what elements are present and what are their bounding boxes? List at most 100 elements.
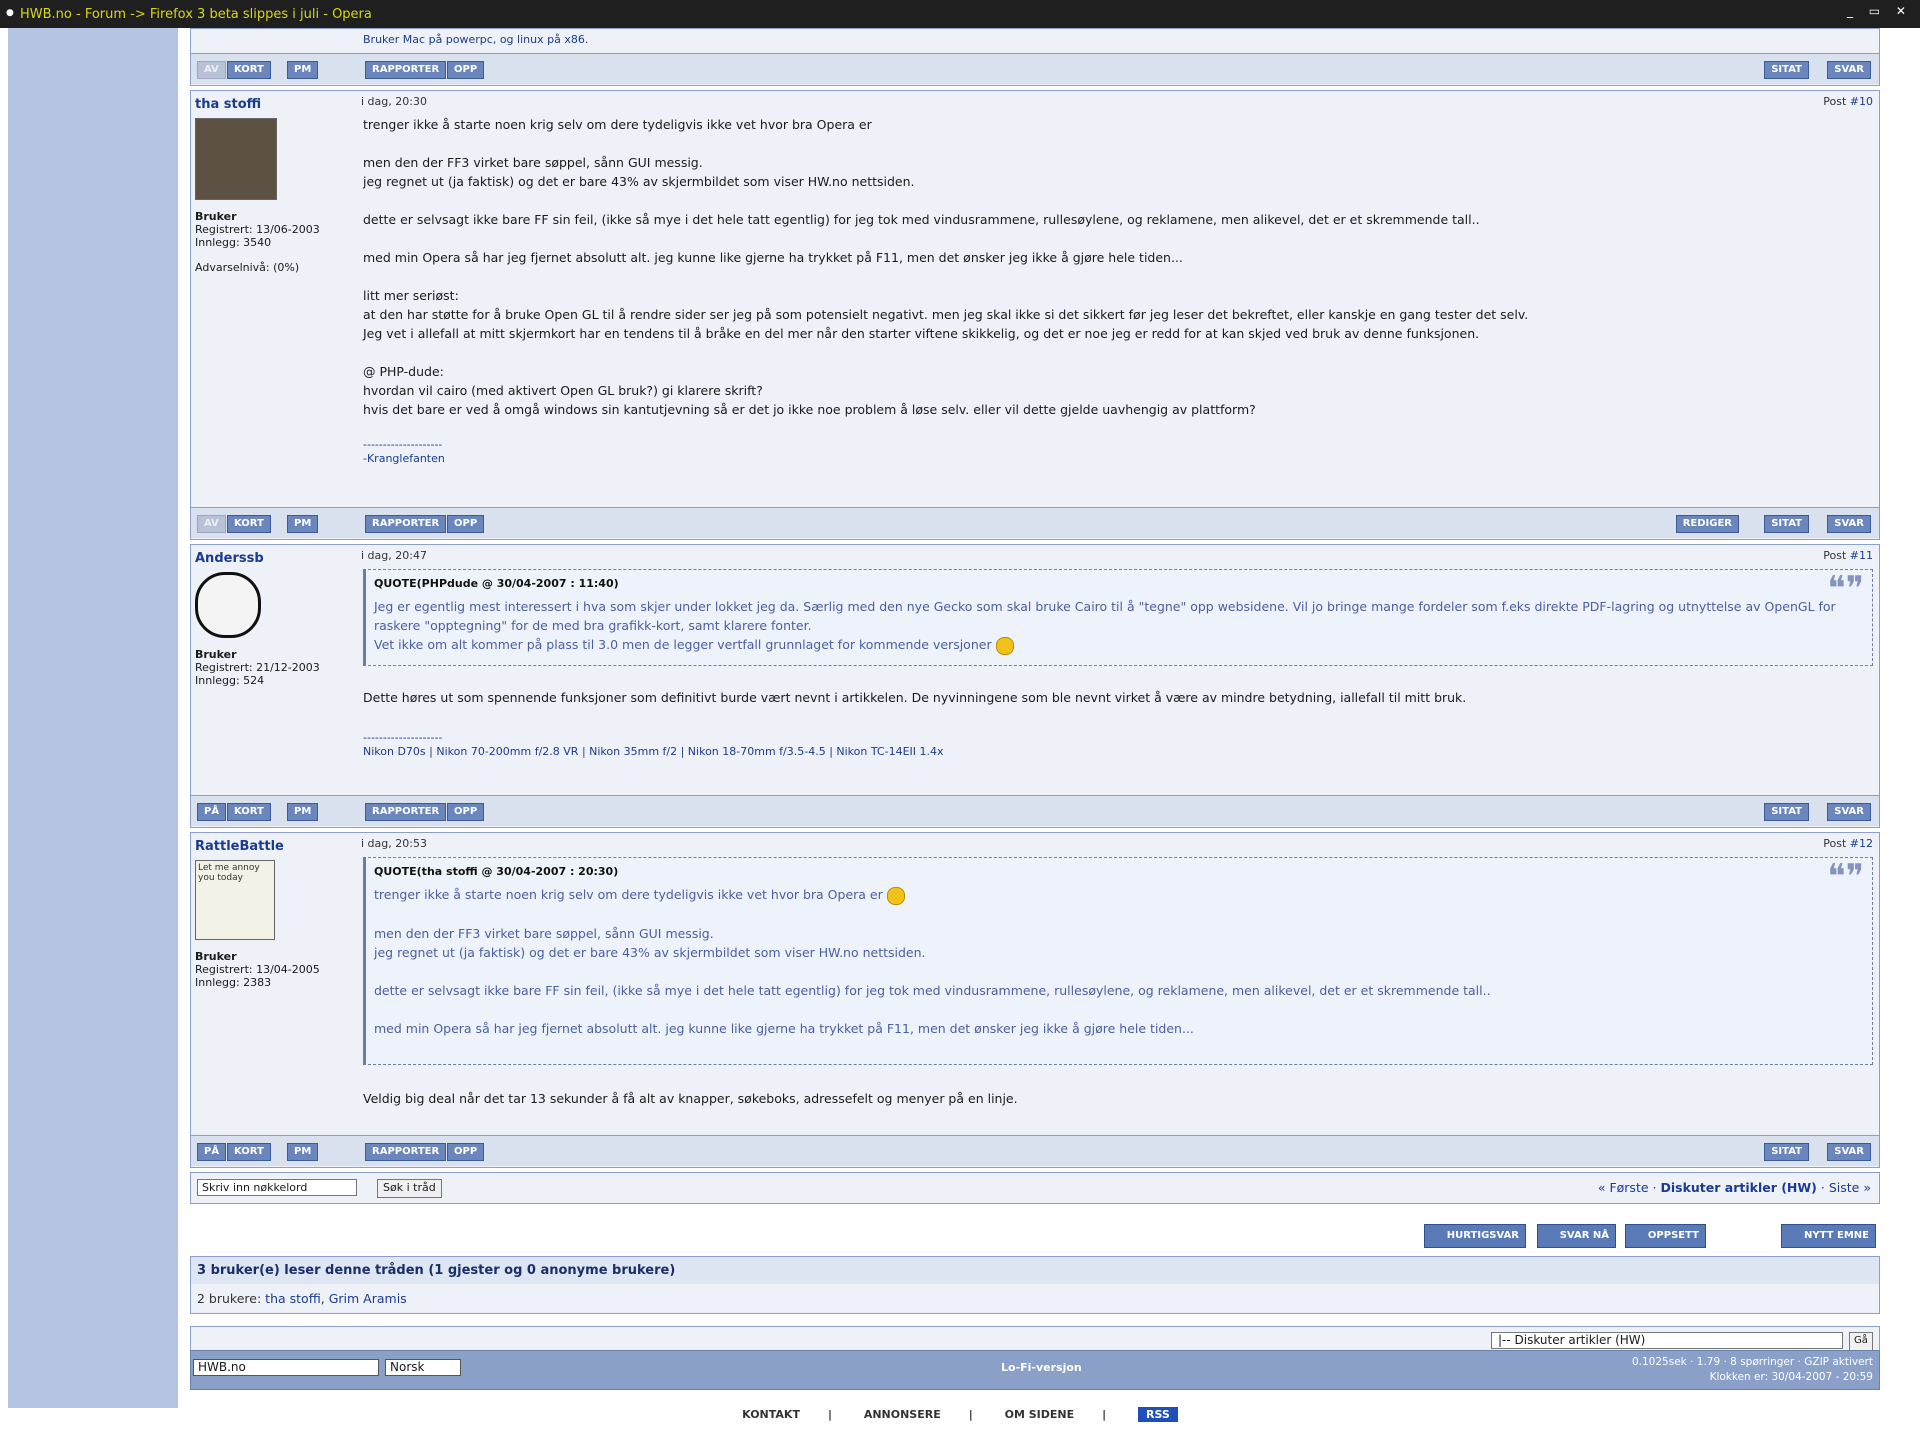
post-action-bar: PÅ KORT PM RAPPORTER OPP SITAT SVAR <box>191 1135 1879 1166</box>
pa-button[interactable]: PÅ <box>197 803 227 821</box>
sitat-button[interactable]: SITAT <box>1764 61 1809 79</box>
rapporter-button[interactable]: RAPPORTER <box>365 803 447 821</box>
post-line: hvordan vil cairo (med aktivert Open GL … <box>363 383 763 398</box>
sitat-button[interactable]: SITAT <box>1764 515 1809 533</box>
warning-level: Advarselnivå: (0%) <box>195 261 300 274</box>
clock: Klokken er: 30/04-2007 - 20:59 <box>1709 1371 1873 1383</box>
pm-button[interactable]: PM <box>287 61 319 79</box>
user-post-count: Innlegg: 2383 <box>195 976 272 989</box>
post-line: men den der FF3 virket bare søppel, sånn… <box>363 155 703 170</box>
quote-block: ❝❞ QUOTE(PHPdude @ 30/04-2007 : 11:40) J… <box>363 569 1873 666</box>
kontakt-link[interactable]: KONTAKT <box>742 1408 800 1421</box>
rapporter-button[interactable]: RAPPORTER <box>365 515 447 533</box>
om-sidene-link[interactable]: OM SIDENE <box>1005 1408 1075 1421</box>
pm-button[interactable]: PM <box>287 803 319 821</box>
post-number: Post #10 <box>1823 95 1873 108</box>
svar-button[interactable]: SVAR <box>1827 515 1871 533</box>
keyword-input[interactable]: Skriv inn nøkkelord <box>197 1179 357 1196</box>
left-sidebar-strip <box>8 28 178 1408</box>
username[interactable]: tha stoffi <box>195 97 361 112</box>
post-number-link[interactable]: #12 <box>1850 837 1873 850</box>
footer-bar: HWB.no Norsk Lo-Fi-versjon 0.1025sek · 1… <box>190 1350 1880 1390</box>
user-info: Bruker Registrert: 13/06-2003 Innlegg: 3… <box>195 210 361 274</box>
pm-button[interactable]: PM <box>287 1143 319 1161</box>
post-time: i dag, 20:30 <box>361 95 427 108</box>
pagination: « Første · Diskuter artikler (HW) · Sist… <box>1597 1180 1871 1195</box>
user-role: Bruker <box>195 648 237 661</box>
svar-na-button[interactable]: SVAR NÅ <box>1536 1224 1616 1248</box>
post-action-bar: AV KORT PM RAPPORTER OPP SITAT SVAR <box>191 53 1879 84</box>
server-stats: 0.1025sek · 1.79 · 8 spørringer · GZIP a… <box>1631 1356 1873 1383</box>
user-role: Bruker <box>195 210 237 223</box>
window-controls[interactable]: _ ▭ ✕ <box>1847 4 1912 18</box>
kort-button[interactable]: KORT <box>227 515 271 533</box>
user-registered: Registrert: 13/06-2003 <box>195 223 320 236</box>
sitat-button[interactable]: SITAT <box>1764 1143 1809 1161</box>
right-margin <box>1890 28 1920 1408</box>
post-line: at den har støtte for å bruke Open GL ti… <box>363 307 1529 322</box>
post-number-link[interactable]: #11 <box>1850 549 1873 562</box>
quote-text: Jeg er egentlig mest interessert i hva s… <box>374 597 1864 655</box>
signature[interactable]: Nikon D70s | Nikon 70-200mm f/2.8 VR | N… <box>363 745 1873 759</box>
annonsere-link[interactable]: ANNONSERE <box>864 1408 941 1421</box>
post-body: ❝❞ QUOTE(tha stoffi @ 30/04-2007 : 20:30… <box>363 857 1873 1108</box>
post-line: trenger ikke å starte noen krig selv om … <box>363 117 872 132</box>
svar-button[interactable]: SVAR <box>1827 1143 1871 1161</box>
forum-link[interactable]: Diskuter artikler (HW) <box>1660 1180 1816 1195</box>
window-titlebar: ● HWB.no - Forum -> Firefox 3 beta slipp… <box>0 0 1920 28</box>
av-button[interactable]: AV <box>197 515 226 533</box>
svar-button[interactable]: SVAR <box>1827 803 1871 821</box>
opp-button[interactable]: OPP <box>447 803 485 821</box>
quote-header: QUOTE(PHPdude @ 30/04-2007 : 11:40) <box>374 577 619 590</box>
quote-mark-icon: ❝❞ <box>1827 569 1864 609</box>
menu-icon[interactable]: ● <box>6 8 14 18</box>
reader-link[interactable]: Grim Aramis <box>329 1291 407 1306</box>
window-title: HWB.no - Forum -> Firefox 3 beta slippes… <box>20 7 372 22</box>
quote-line: trenger ikke å starte noen krig selv om … <box>374 885 1864 905</box>
av-button[interactable]: AV <box>197 61 226 79</box>
reader-link[interactable]: tha stoffi <box>265 1291 321 1306</box>
quote-line: med min Opera så har jeg fjernet absolut… <box>374 1020 1194 1036</box>
post-number-link[interactable]: #10 <box>1850 95 1873 108</box>
rss-link[interactable]: RSS <box>1138 1407 1178 1422</box>
post-action-bar: AV KORT PM RAPPORTER OPP REDIGER SITAT S… <box>191 507 1879 538</box>
username[interactable]: RattleBattle <box>195 839 361 854</box>
signature-divider: -------------------- <box>363 438 443 451</box>
opp-button[interactable]: OPP <box>447 515 485 533</box>
pm-button[interactable]: PM <box>287 515 319 533</box>
avatar: Let me annoy you today <box>195 860 275 940</box>
quote-line: jeg regnet ut (ja faktisk) og det er bar… <box>374 944 926 960</box>
active-readers: 3 bruker(e) leser denne tråden (1 gjeste… <box>190 1256 1880 1314</box>
rapporter-button[interactable]: RAPPORTER <box>365 1143 447 1161</box>
svar-button[interactable]: SVAR <box>1827 61 1871 79</box>
sitat-button[interactable]: SITAT <box>1764 803 1809 821</box>
hurtigsvar-button[interactable]: HURTIGSVAR <box>1423 1224 1526 1248</box>
user-post-count: Innlegg: 524 <box>195 674 265 687</box>
pa-button[interactable]: PÅ <box>197 1143 227 1161</box>
post-body: trenger ikke å starte noen krig selv om … <box>363 115 1873 466</box>
kort-button[interactable]: KORT <box>227 803 271 821</box>
first-page-link[interactable]: « Første <box>1598 1180 1649 1195</box>
nytt-emne-button[interactable]: NYTT EMNE <box>1781 1224 1876 1248</box>
opp-button[interactable]: OPP <box>447 1143 485 1161</box>
oppsett-button[interactable]: OPPSETT <box>1624 1224 1706 1248</box>
forum-jump-select[interactable]: |-- Diskuter artikler (HW) <box>1491 1332 1843 1349</box>
rapporter-button[interactable]: RAPPORTER <box>365 61 447 79</box>
user-post-count: Innlegg: 3540 <box>195 236 272 249</box>
kort-button[interactable]: KORT <box>227 61 271 79</box>
go-button[interactable]: Gå <box>1849 1332 1873 1351</box>
site-select[interactable]: HWB.no <box>193 1359 379 1376</box>
lofi-link[interactable]: Lo-Fi-versjon <box>1001 1361 1082 1374</box>
post-12: RattleBattle Let me annoy you today Bruk… <box>190 832 1880 1168</box>
rediger-button[interactable]: REDIGER <box>1675 515 1739 533</box>
username[interactable]: Anderssb <box>195 551 361 566</box>
quote-line: dette er selvsagt ikke bare FF sin feil,… <box>374 982 1491 998</box>
language-select[interactable]: Norsk <box>385 1359 461 1376</box>
post-author-panel: tha stoffi Bruker Registrert: 13/06-2003… <box>195 97 361 274</box>
last-page-link[interactable]: Siste » <box>1829 1180 1871 1195</box>
search-thread-button[interactable]: Søk i tråd <box>377 1179 442 1198</box>
opp-button[interactable]: OPP <box>447 61 485 79</box>
kort-button[interactable]: KORT <box>227 1143 271 1161</box>
post-line: @ PHP-dude: <box>363 364 444 379</box>
quote-line: Vet ikke om alt kommer på plass til 3.0 … <box>374 635 1864 655</box>
